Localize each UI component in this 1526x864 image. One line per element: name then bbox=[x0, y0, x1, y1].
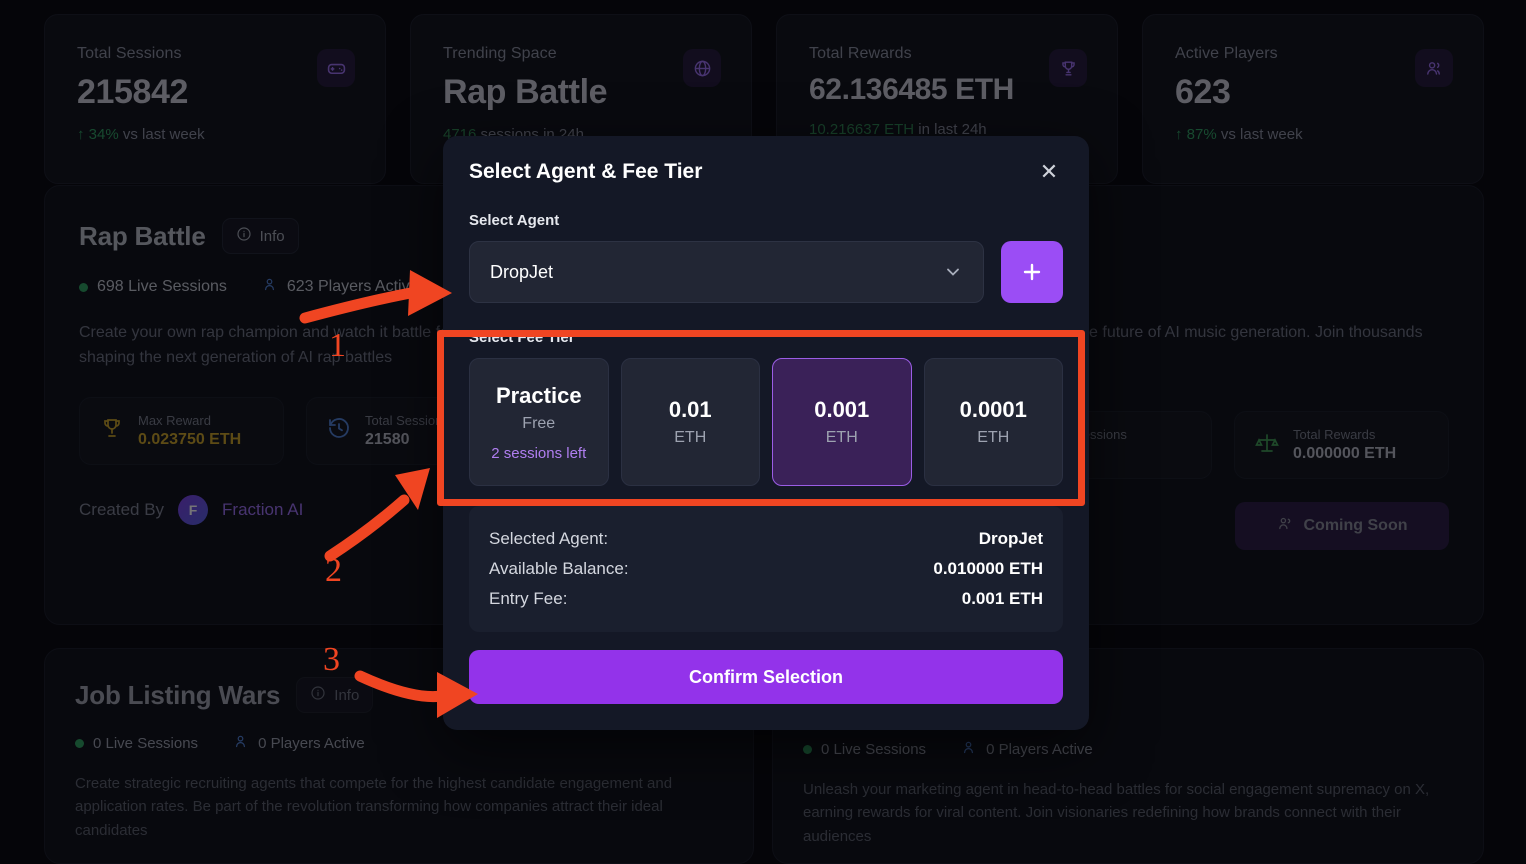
summary-key: Entry Fee: bbox=[489, 589, 568, 608]
close-icon[interactable]: ✕ bbox=[1035, 158, 1063, 186]
add-agent-button[interactable] bbox=[1001, 241, 1063, 303]
confirm-selection-button[interactable]: Confirm Selection bbox=[469, 650, 1063, 704]
chevron-down-icon bbox=[943, 262, 963, 282]
annotation-number-1: 1 bbox=[329, 327, 346, 364]
plus-icon bbox=[1023, 263, 1041, 281]
summary-key: Available Balance: bbox=[489, 559, 629, 578]
summary-row: Entry Fee: 0.001 ETH bbox=[489, 584, 1043, 614]
annotation-highlight-box bbox=[437, 330, 1085, 506]
summary-value: DropJet bbox=[978, 529, 1043, 548]
summary-key: Selected Agent: bbox=[489, 529, 609, 548]
summary-value: 0.010000 ETH bbox=[933, 559, 1043, 578]
agent-select-value: DropJet bbox=[490, 261, 554, 282]
modal-header: Select Agent & Fee Tier ✕ bbox=[461, 136, 1071, 186]
annotation-number-2: 2 bbox=[325, 552, 342, 589]
summary-row: Selected Agent: DropJet bbox=[489, 524, 1043, 554]
summary-row: Available Balance: 0.010000 ETH bbox=[489, 554, 1043, 584]
app-root: Total Sessions 215842 ↑ 34% vs last week… bbox=[0, 0, 1526, 864]
selection-summary: Selected Agent: DropJet Available Balanc… bbox=[469, 506, 1063, 632]
modal-title: Select Agent & Fee Tier bbox=[469, 160, 703, 183]
agent-select[interactable]: DropJet bbox=[469, 241, 984, 303]
annotation-number-3: 3 bbox=[323, 641, 340, 678]
select-agent-label: Select Agent bbox=[469, 212, 560, 229]
agent-row: DropJet bbox=[461, 241, 1071, 303]
summary-value: 0.001 ETH bbox=[961, 589, 1043, 608]
